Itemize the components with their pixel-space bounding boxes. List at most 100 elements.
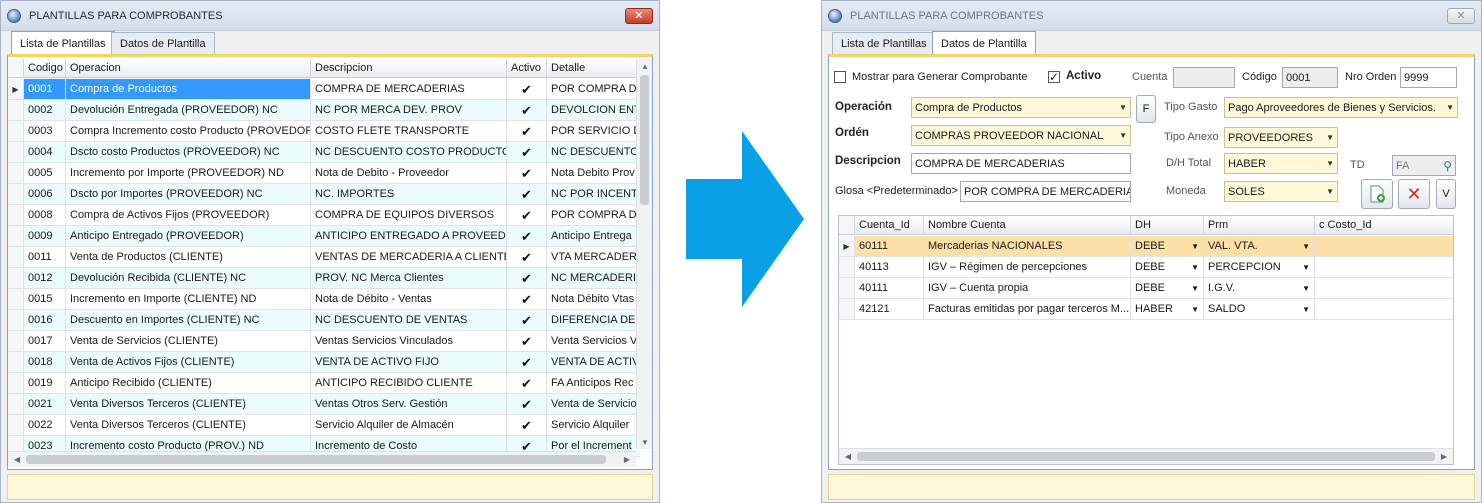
row-indicator[interactable]: ▶ xyxy=(8,79,24,99)
row-indicator[interactable] xyxy=(8,247,24,267)
row-indicator[interactable] xyxy=(8,121,24,141)
cell-descripcion[interactable]: NC DESCUENTO COSTO PRODUCTO xyxy=(311,142,507,162)
cell-descripcion[interactable]: ANTICIPO ENTREGADO A PROVEEDOR xyxy=(311,226,507,246)
tab-lista-plantillas[interactable]: Lista de Plantillas xyxy=(11,31,115,55)
row-indicator[interactable] xyxy=(839,257,855,277)
detalle-row[interactable]: 40113 IGV – Régimen de percepciones DEBE ▼ P… xyxy=(839,257,1453,278)
cell-operacion[interactable]: Dscto costo Productos (PROVEEDOR) NC xyxy=(66,142,311,162)
cell-cuenta-id[interactable]: 40113 xyxy=(855,257,924,277)
cell-operacion[interactable]: Venta Diversos Terceros (CLIENTE) xyxy=(66,415,311,435)
cell-codigo[interactable]: 0022 xyxy=(24,415,66,435)
chevron-down-icon[interactable]: ▼ xyxy=(1191,284,1199,293)
cell-operacion[interactable]: Anticipo Recibido (CLIENTE) xyxy=(66,373,311,393)
cell-codigo[interactable]: 0019 xyxy=(24,373,66,393)
table-row[interactable]: 0022 Venta Diversos Terceros (CLIENTE) Ser… xyxy=(8,415,640,436)
table-row[interactable]: 0009 Anticipo Entregado (PROVEEDOR) ANTICI… xyxy=(8,226,640,247)
chevron-down-icon[interactable]: ▼ xyxy=(1302,305,1310,314)
cell-detalle[interactable]: DIFERENCIA DE xyxy=(547,310,640,330)
close-button[interactable]: ✕ xyxy=(625,8,653,24)
cell-prm[interactable]: I.G.V. ▼ xyxy=(1204,278,1315,298)
row-indicator[interactable] xyxy=(8,142,24,162)
cell-nombre-cuenta[interactable]: Mercaderias NACIONALES xyxy=(924,236,1131,256)
cell-descripcion[interactable]: COMPRA DE MERCADERIAS xyxy=(311,79,507,99)
cell-detalle[interactable]: Venta de Servicio xyxy=(547,394,640,414)
cell-dh[interactable]: DEBE ▼ xyxy=(1131,278,1204,298)
cell-codigo[interactable]: 0018 xyxy=(24,352,66,372)
table-row[interactable]: 0012 Devolución Recibida (CLIENTE) NC PROV… xyxy=(8,268,640,289)
cell-detalle[interactable]: VENTA DE ACTIV xyxy=(547,352,640,372)
cell-detalle[interactable]: VTA MERCADERI xyxy=(547,247,640,267)
cell-operacion[interactable]: Compra de Activos Fijos (PROVEEDOR) xyxy=(66,205,311,225)
cell-operacion[interactable]: Venta de Activos Fijos (CLIENTE) xyxy=(66,352,311,372)
checkmark-icon[interactable]: ✔ xyxy=(521,125,533,138)
cell-detalle[interactable]: Nota Débito Vtas xyxy=(547,289,640,309)
cell-activo[interactable]: ✔ xyxy=(507,373,547,393)
cell-operacion[interactable]: Incremento por Importe (PROVEEDOR) ND xyxy=(66,163,311,183)
row-indicator[interactable] xyxy=(8,310,24,330)
cell-descripcion[interactable]: COMPRA DE EQUIPOS DIVERSOS xyxy=(311,205,507,225)
cell-activo[interactable]: ✔ xyxy=(507,331,547,351)
cell-activo[interactable]: ✔ xyxy=(507,352,547,372)
cell-descripcion[interactable]: NC. IMPORTES xyxy=(311,184,507,204)
cell-codigo[interactable]: 0016 xyxy=(24,310,66,330)
chevron-down-icon[interactable]: ▼ xyxy=(1302,242,1310,251)
cell-detalle[interactable]: POR COMPRA DE xyxy=(547,79,640,99)
row-indicator[interactable] xyxy=(8,184,24,204)
cell-c-costo-id[interactable] xyxy=(1315,257,1453,277)
chevron-down-icon[interactable]: ▼ xyxy=(1326,187,1334,196)
chevron-down-icon[interactable]: ▼ xyxy=(1191,305,1199,314)
checkmark-icon[interactable]: ✔ xyxy=(521,314,533,327)
chevron-down-icon[interactable]: ▼ xyxy=(1302,284,1310,293)
col-codigo[interactable]: Codigo xyxy=(24,59,66,77)
row-indicator[interactable] xyxy=(8,352,24,372)
cell-nombre-cuenta[interactable]: IGV – Cuenta propia xyxy=(924,278,1131,298)
cell-detalle[interactable]: NC DESCUENTO xyxy=(547,142,640,162)
mostrar-checkbox[interactable] xyxy=(834,71,846,83)
detalle-row[interactable]: ▶ 60111 Mercaderias NACIONALES DEBE ▼ VAL. VT… xyxy=(839,236,1453,257)
checkmark-icon[interactable]: ✔ xyxy=(521,272,533,285)
table-row[interactable]: 0002 Devolución Entregada (PROVEEDOR) NC N… xyxy=(8,100,640,121)
cell-codigo[interactable]: 0001 xyxy=(24,79,66,99)
cell-prm[interactable]: PERCEPCION ▼ xyxy=(1204,257,1315,277)
codigo-field[interactable]: 0001 xyxy=(1282,67,1338,88)
cell-detalle[interactable]: Anticipo Entrega xyxy=(547,226,640,246)
hscroll-thumb[interactable] xyxy=(857,452,1435,461)
hscroll-thumb[interactable] xyxy=(26,455,606,464)
td-field[interactable]: FA ⚲ xyxy=(1392,155,1456,176)
table-row[interactable]: 0011 Venta de Productos (CLIENTE) VENTAS D… xyxy=(8,247,640,268)
cell-codigo[interactable]: 0003 xyxy=(24,121,66,141)
detalle-row[interactable]: 42121 Facturas emitidas por pagar tercero… xyxy=(839,299,1453,320)
cell-operacion[interactable]: Venta de Productos (CLIENTE) xyxy=(66,247,311,267)
cell-descripcion[interactable]: Nota de Débito - Ventas xyxy=(311,289,507,309)
cell-nombre-cuenta[interactable]: Facturas emitidas por pagar terceros M..… xyxy=(924,299,1131,319)
cell-operacion[interactable]: Venta de Servicios (CLIENTE) xyxy=(66,331,311,351)
detalle-row[interactable]: 40111 IGV – Cuenta propia DEBE ▼ I.G.V. ▼ xyxy=(839,278,1453,299)
table-row[interactable]: 0015 Incremento en Importe (CLIENTE) ND No… xyxy=(8,289,640,310)
cell-codigo[interactable]: 0008 xyxy=(24,205,66,225)
cell-cuenta-id[interactable]: 40111 xyxy=(855,278,924,298)
scroll-right-icon[interactable]: ▶ xyxy=(1437,449,1451,464)
row-indicator[interactable] xyxy=(839,299,855,319)
scroll-left-icon[interactable]: ◀ xyxy=(10,452,24,467)
tab-datos-plantilla[interactable]: Datos de Plantilla xyxy=(111,32,215,55)
cell-operacion[interactable]: Devolución Entregada (PROVEEDOR) NC xyxy=(66,100,311,120)
cell-cuenta-id[interactable]: 42121 xyxy=(855,299,924,319)
tab-datos-plantilla[interactable]: Datos de Plantilla xyxy=(932,31,1036,55)
cell-codigo[interactable]: 0009 xyxy=(24,226,66,246)
chevron-down-icon[interactable]: ▼ xyxy=(1326,133,1334,142)
close-button[interactable]: ✕ xyxy=(1447,8,1475,24)
cell-prm[interactable]: SALDO ▼ xyxy=(1204,299,1315,319)
cell-descripcion[interactable]: NC POR MERCA DEV. PROV xyxy=(311,100,507,120)
row-indicator[interactable] xyxy=(8,268,24,288)
col-cuenta-id[interactable]: Cuenta_Id xyxy=(855,216,924,234)
cell-codigo[interactable]: 0015 xyxy=(24,289,66,309)
cell-prm[interactable]: VAL. VTA. ▼ xyxy=(1204,236,1315,256)
cell-dh[interactable]: DEBE ▼ xyxy=(1131,236,1204,256)
cell-activo[interactable]: ✔ xyxy=(507,205,547,225)
cell-operacion[interactable]: Venta Diversos Terceros (CLIENTE) xyxy=(66,394,311,414)
col-operacion[interactable]: Operacion xyxy=(66,59,311,77)
checkmark-icon[interactable]: ✔ xyxy=(521,230,533,243)
row-indicator[interactable] xyxy=(8,415,24,435)
checkmark-icon[interactable]: ✔ xyxy=(521,251,533,264)
cell-descripcion[interactable]: Ventas Servicios Vinculados xyxy=(311,331,507,351)
